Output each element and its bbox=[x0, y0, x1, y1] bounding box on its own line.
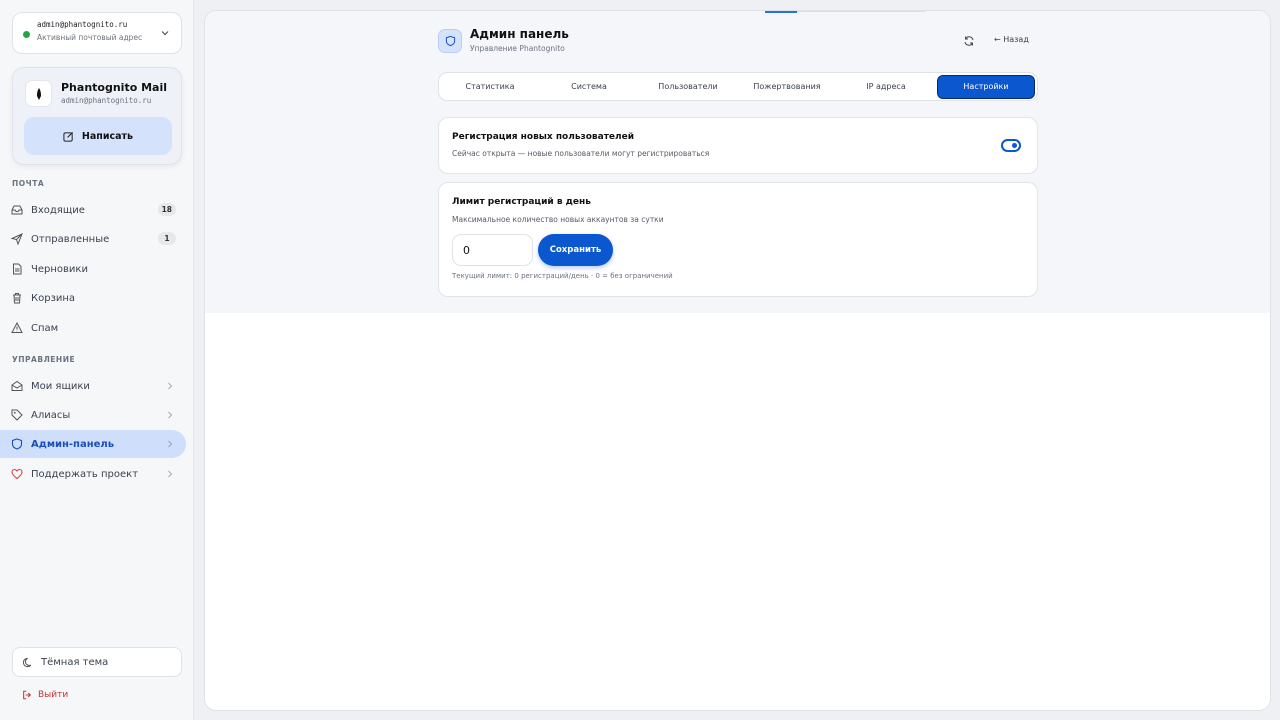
save-button[interactable]: Сохранить bbox=[538, 234, 613, 266]
admin-tabs: Статистика Система Пользователи Пожертво… bbox=[438, 72, 1038, 101]
daily-limit-input[interactable] bbox=[452, 234, 533, 266]
dark-theme-label: Тёмная тема bbox=[41, 656, 109, 668]
mailbox-icon bbox=[11, 380, 23, 391]
account-switcher[interactable]: admin@phantognito.ru Активный почтовый а… bbox=[12, 12, 182, 54]
registration-desc: Сейчас открыта — новые пользователи могу… bbox=[452, 149, 710, 158]
chevron-right-icon bbox=[168, 440, 173, 448]
dark-theme-toggle[interactable]: Тёмная тема bbox=[12, 647, 182, 677]
chevron-right-icon bbox=[168, 411, 173, 419]
sidebar-item-label: Админ-панель bbox=[31, 438, 115, 450]
refresh-icon[interactable] bbox=[963, 35, 975, 47]
sidebar-item-admin-panel[interactable]: Админ-панель bbox=[0, 430, 186, 458]
back-button[interactable]: ← Назад bbox=[994, 35, 1029, 44]
sidebar-item-label: Корзина bbox=[31, 292, 76, 304]
top-scroll-indicator bbox=[765, 11, 797, 13]
logout-icon bbox=[23, 690, 32, 700]
toggle-knob bbox=[1012, 143, 1017, 148]
tag-icon bbox=[11, 409, 23, 421]
sent-count-badge: 1 bbox=[158, 232, 176, 245]
profile-name: Phantognito Mail bbox=[61, 81, 167, 94]
sidebar-item-inbox[interactable]: Входящие 18 bbox=[0, 196, 186, 224]
sidebar-item-trash[interactable]: Корзина bbox=[0, 284, 186, 312]
sidebar-item-label: Алиасы bbox=[31, 409, 71, 421]
profile-email: admin@phantognito.ru bbox=[61, 96, 152, 105]
moon-icon bbox=[23, 657, 32, 667]
sidebar-item-sent[interactable]: Отправленные 1 bbox=[0, 225, 186, 253]
sidebar-item-mailboxes[interactable]: Мои ящики bbox=[0, 372, 186, 400]
tab-statistics[interactable]: Статистика bbox=[441, 75, 539, 99]
sidebar-item-label: Спам bbox=[31, 322, 59, 334]
sidebar-item-aliases[interactable]: Алиасы bbox=[0, 401, 186, 429]
compose-label: Написать bbox=[81, 130, 134, 142]
document-icon bbox=[13, 263, 22, 275]
tab-settings[interactable]: Настройки bbox=[937, 75, 1035, 99]
logout-button[interactable]: Выйти bbox=[22, 690, 68, 700]
page-subtitle: Управление Phantognito bbox=[470, 44, 565, 53]
mail-section-label: ПОЧТА bbox=[12, 179, 45, 188]
sidebar-item-spam[interactable]: Спам bbox=[0, 314, 186, 342]
chevron-right-icon bbox=[168, 470, 173, 478]
inbox-icon bbox=[11, 205, 23, 215]
tab-users[interactable]: Пользователи bbox=[639, 75, 737, 99]
page-title: Админ панель bbox=[470, 27, 569, 41]
logout-label: Выйти bbox=[38, 690, 69, 700]
limit-title: Лимит регистраций в день bbox=[452, 197, 591, 207]
sidebar-item-drafts[interactable]: Черновики bbox=[0, 255, 186, 283]
send-icon bbox=[11, 233, 23, 245]
compose-button[interactable]: Написать bbox=[24, 117, 172, 155]
chevron-right-icon bbox=[168, 382, 173, 390]
sidebar-item-label: Мои ящики bbox=[31, 380, 90, 392]
trash-icon bbox=[13, 293, 21, 304]
chevron-down-icon bbox=[161, 31, 169, 36]
manage-section-label: УПРАВЛЕНИЕ bbox=[12, 355, 76, 364]
ghost-logo-icon bbox=[36, 87, 41, 100]
tab-donations[interactable]: Пожертвования bbox=[738, 75, 836, 99]
sidebar-item-label: Отправленные bbox=[31, 233, 110, 245]
tab-ip-addresses[interactable]: IP адреса bbox=[837, 75, 935, 99]
admin-content-area: Админ панель Управление Phantognito ← На… bbox=[205, 11, 1270, 313]
account-status: Активный почтовый адрес bbox=[37, 33, 143, 42]
shield-icon bbox=[11, 438, 23, 450]
edit-icon bbox=[63, 131, 73, 142]
account-email: admin@phantognito.ru bbox=[37, 20, 128, 29]
online-status-dot bbox=[23, 31, 30, 38]
registration-toggle[interactable] bbox=[1001, 139, 1021, 152]
sidebar: admin@phantognito.ru Активный почтовый а… bbox=[0, 0, 194, 720]
admin-header-icon bbox=[438, 29, 462, 53]
limit-desc: Максимальное количество новых аккаунтов … bbox=[452, 215, 664, 224]
current-limit-note: Текущий лимит: 0 регистраций/день · 0 = … bbox=[452, 272, 673, 280]
sidebar-item-support[interactable]: Поддержать проект bbox=[0, 460, 186, 488]
registration-title: Регистрация новых пользователей bbox=[452, 132, 635, 142]
profile-card: Phantognito Mail admin@phantognito.ru На… bbox=[12, 67, 182, 165]
daily-limit-card: Лимит регистраций в день Максимальное ко… bbox=[438, 182, 1038, 297]
sidebar-item-label: Черновики bbox=[31, 263, 88, 275]
registration-card: Регистрация новых пользователей Сейчас о… bbox=[438, 117, 1038, 174]
shield-icon bbox=[445, 35, 455, 47]
main-panel: Админ панель Управление Phantognito ← На… bbox=[204, 10, 1271, 711]
warning-icon bbox=[11, 322, 23, 333]
sidebar-item-label: Входящие bbox=[31, 204, 85, 216]
app-logo bbox=[25, 80, 52, 107]
tab-system[interactable]: Система bbox=[540, 75, 638, 99]
top-scroll-track bbox=[797, 11, 925, 12]
inbox-count-badge: 18 bbox=[157, 203, 176, 216]
heart-icon bbox=[11, 468, 23, 480]
sidebar-item-label: Поддержать проект bbox=[31, 468, 139, 480]
